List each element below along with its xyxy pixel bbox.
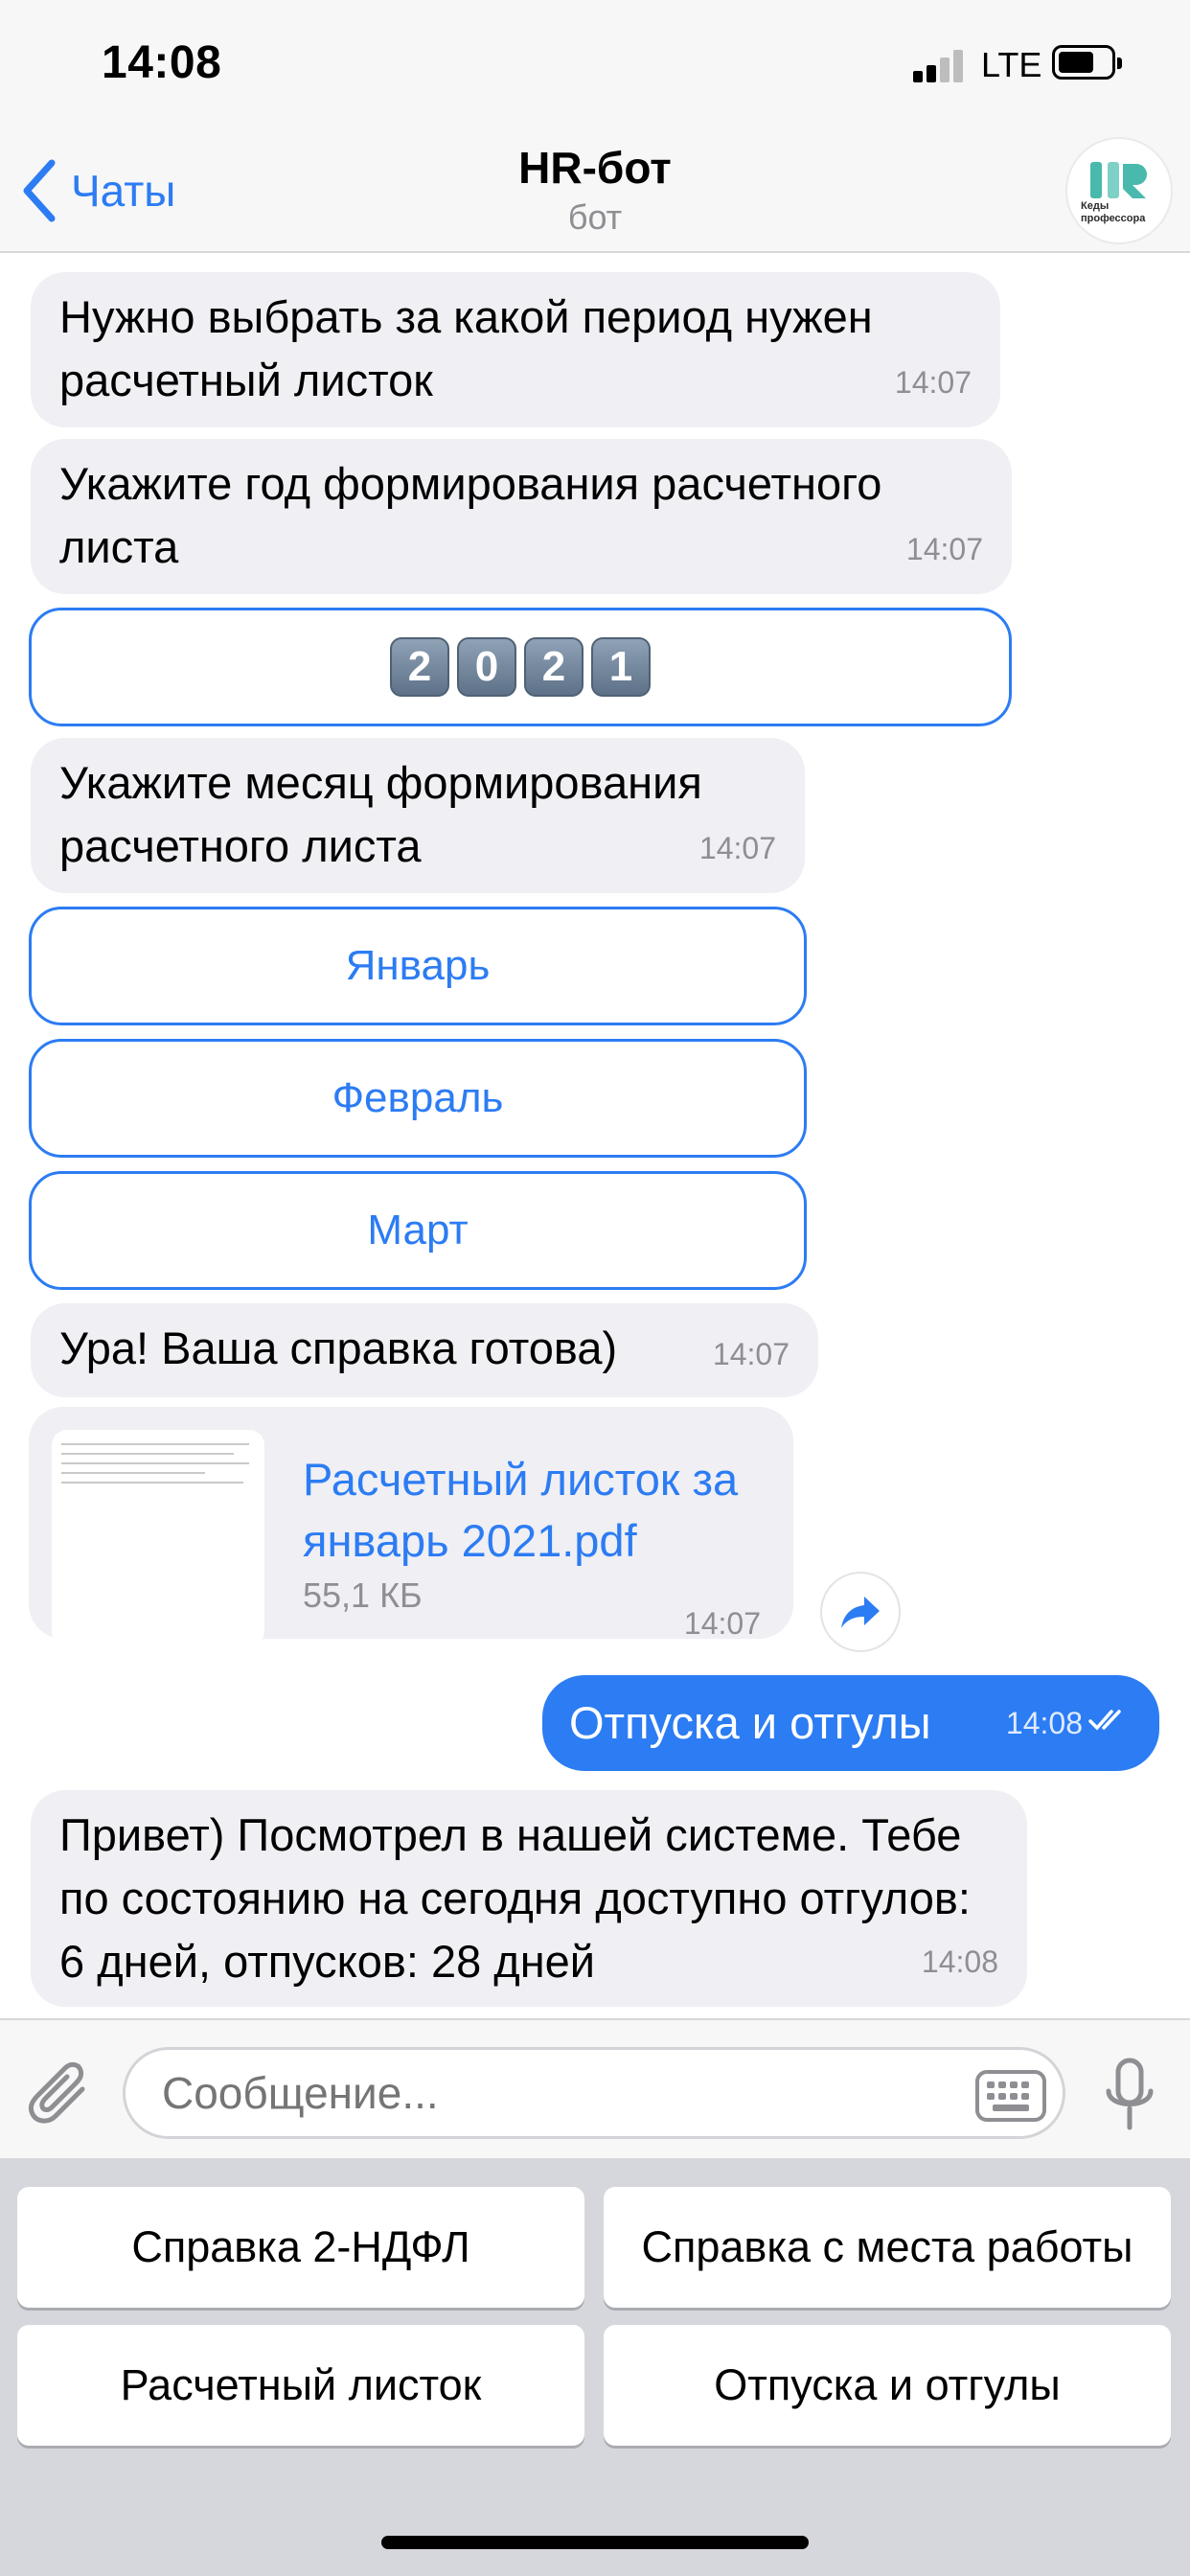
chat-header: Чаты HR-бот бот Кеды профессора — [0, 128, 1190, 253]
status-time: 14:08 — [102, 37, 222, 88]
keyboard-button-vacations[interactable]: Отпуска и отгулы — [604, 2325, 1171, 2446]
keyboard-icon[interactable] — [975, 2070, 1046, 2122]
year-2021-button[interactable]: 2 0 2 1 — [29, 608, 1012, 726]
file-name[interactable]: Расчетный листок за январь 2021.pdf — [303, 1449, 782, 1572]
microphone-icon[interactable] — [1104, 2057, 1156, 2133]
message-time: 14:08 — [1005, 1706, 1083, 1740]
battery-icon — [1052, 45, 1122, 80]
bot-logo-icon — [1090, 162, 1147, 198]
message-time: 14:07 — [905, 532, 983, 566]
message-time: 14:07 — [712, 1337, 790, 1371]
message-composer — [0, 2018, 1190, 2158]
double-check-icon — [1088, 1710, 1121, 1731]
network-label: LTE — [981, 45, 1042, 84]
message-bubble: Укажите год формирования расчетного лист… — [31, 439, 1012, 594]
month-button-january[interactable]: Январь — [29, 907, 807, 1025]
message-time: 14:07 — [894, 365, 972, 400]
message-bubble: Укажите месяц формирования расчетного ли… — [31, 738, 805, 893]
year-digit: 0 — [457, 637, 516, 697]
bot-reply-keyboard: Справка 2-НДФЛ Справка с места работы Ра… — [0, 2158, 1190, 2576]
bot-avatar-caption: Кеды профессора — [1081, 200, 1146, 224]
message-text: Укажите год формирования расчетного лист… — [59, 458, 882, 572]
message-bubble: Нужно выбрать за какой период нужен расч… — [31, 272, 1000, 427]
keyboard-button-2ndfl[interactable]: Справка 2-НДФЛ — [17, 2187, 584, 2308]
status-bar: 14:08 LTE — [0, 0, 1190, 128]
message-time: 14:08 — [921, 1944, 998, 1979]
chat-messages: Нужно выбрать за какой период нужен расч… — [0, 255, 1190, 2018]
keyboard-button-employment-certificate[interactable]: Справка с места работы — [604, 2187, 1171, 2308]
signal-icon — [913, 50, 965, 82]
year-digit: 2 — [524, 637, 584, 697]
message-bubble: Ура! Ваша справка готова) 14:07 — [31, 1303, 818, 1397]
year-digits: 2 0 2 1 — [390, 637, 651, 697]
chat-title[interactable]: HR-бот — [0, 142, 1190, 194]
file-size: 55,1 КБ — [303, 1576, 423, 1615]
share-button[interactable] — [820, 1572, 901, 1652]
message-input[interactable] — [123, 2047, 1065, 2139]
home-indicator[interactable] — [381, 2536, 809, 2549]
paperclip-icon[interactable] — [27, 2058, 94, 2129]
message-text: Отпуска и отгулы — [569, 1697, 931, 1748]
year-digit: 1 — [591, 637, 651, 697]
outgoing-message: Отпуска и отгулы 14:08 — [542, 1675, 1159, 1771]
message-text: Укажите месяц формирования расчетного ли… — [59, 757, 702, 871]
file-preview[interactable] — [52, 1430, 264, 1646]
bot-avatar[interactable]: Кеды профессора — [1065, 137, 1173, 244]
keyboard-button-payslip[interactable]: Расчетный листок — [17, 2325, 584, 2446]
chat-subtitle: бот — [567, 197, 623, 237]
message-text: Привет) Посмотрел в нашей системе. Тебе … — [59, 1809, 971, 1987]
message-time: 14:07 — [683, 1606, 761, 1641]
file-message[interactable]: Расчетный листок за январь 2021.pdf 55,1… — [29, 1407, 793, 1646]
message-text: Ура! Ваша справка готова) — [59, 1322, 618, 1373]
year-digit: 2 — [390, 637, 449, 697]
month-button-february[interactable]: Февраль — [29, 1039, 807, 1158]
message-time: 14:07 — [698, 831, 776, 865]
message-text: Нужно выбрать за какой период нужен расч… — [59, 291, 873, 405]
message-bubble: Привет) Посмотрел в нашей системе. Тебе … — [31, 1790, 1027, 2007]
month-button-march[interactable]: Март — [29, 1171, 807, 1290]
share-icon — [841, 1597, 880, 1628]
